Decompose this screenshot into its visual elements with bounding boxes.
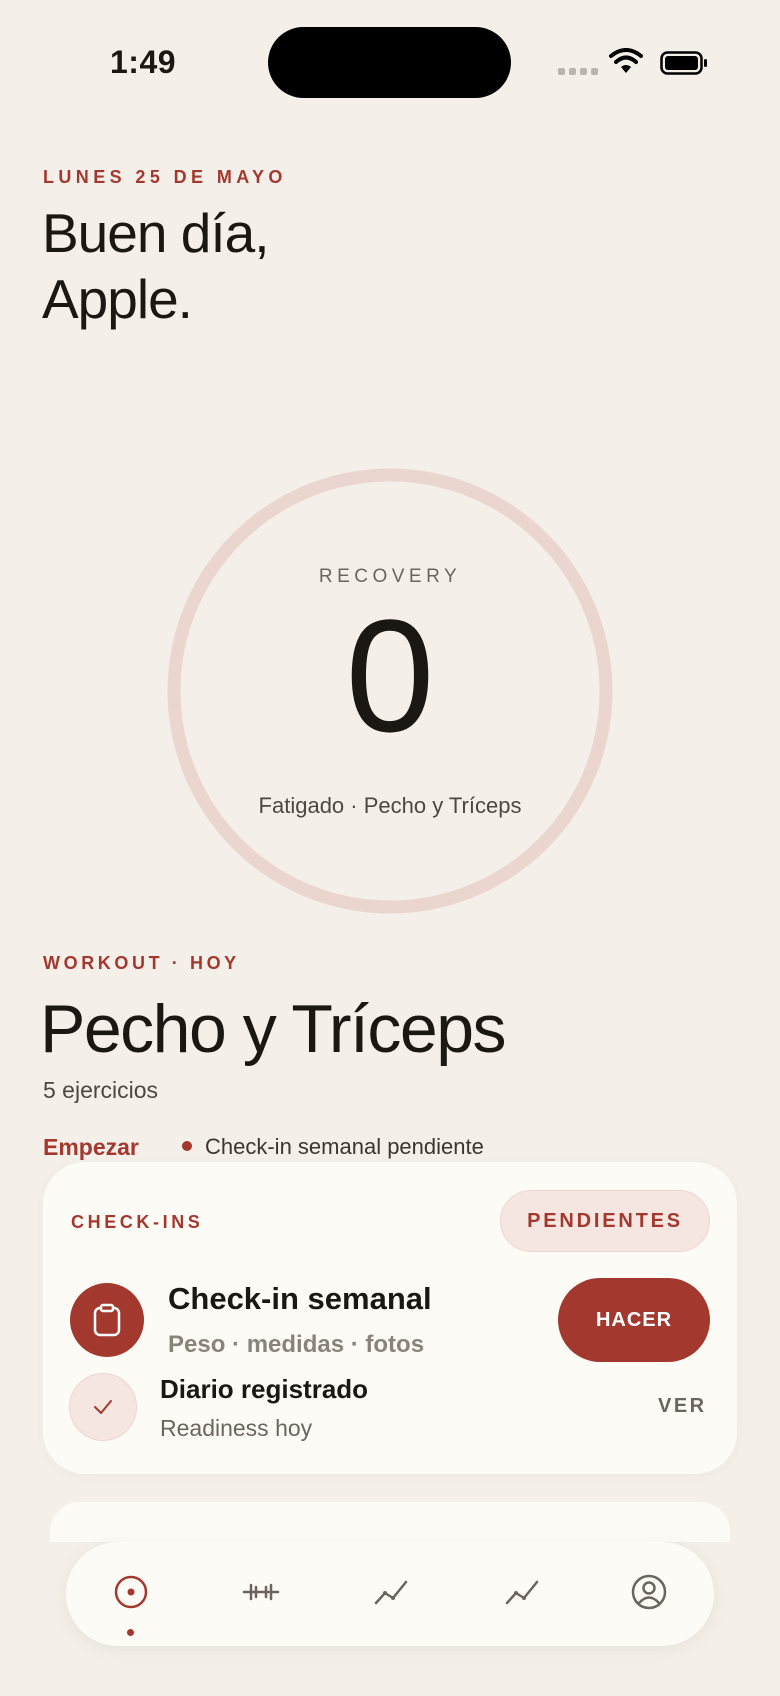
profile-icon: [631, 1574, 667, 1610]
greeting-title: Buen día, Apple.: [42, 200, 269, 332]
chart-line-icon: [374, 1580, 408, 1605]
workout-exercise-count: 5 ejercicios: [43, 1077, 159, 1103]
tab-home[interactable]: [105, 1566, 157, 1618]
start-workout-link[interactable]: Empezar: [43, 1134, 139, 1161]
next-card-peek: [50, 1502, 730, 1542]
dumbbell-icon: [242, 1583, 280, 1601]
greeting-line-1: Buen día,: [42, 202, 269, 264]
diary-title: Diario registrado: [160, 1374, 369, 1404]
tab-progress[interactable]: [365, 1566, 417, 1618]
status-time: 1:49: [110, 44, 177, 80]
do-checkin-button[interactable]: HACER: [558, 1278, 710, 1362]
active-tab-indicator: [127, 1629, 134, 1636]
workout-section-label: WORKOUT · HOY: [43, 953, 240, 973]
wifi-icon: [609, 48, 643, 73]
tab-trends[interactable]: [496, 1566, 548, 1618]
tab-workouts[interactable]: [235, 1566, 287, 1618]
view-diary-link[interactable]: VER: [658, 1395, 707, 1418]
trend-line-icon: [505, 1580, 539, 1605]
recovery-subtitle: Fatigado · Pecho y Tríceps: [258, 793, 522, 818]
home-pin-icon: [114, 1575, 148, 1609]
dynamic-island: [268, 27, 511, 98]
workout-title: Pecho y Tríceps: [40, 991, 507, 1067]
weekly-checkin-subtitle: Peso · medidas · fotos: [168, 1331, 425, 1358]
checkmark-icon: [69, 1373, 137, 1441]
diary-subtitle: Readiness hoy: [160, 1415, 313, 1441]
cellular-signal-icon: [558, 68, 598, 75]
weekly-checkin-title: Check-in semanal: [168, 1281, 432, 1316]
date-label: LUNES 25 DE MAYO: [43, 167, 287, 187]
battery-icon: [660, 51, 707, 75]
pending-dot-icon: [182, 1141, 192, 1151]
recovery-value: 0: [345, 586, 435, 765]
pending-badge[interactable]: PENDIENTES: [500, 1190, 710, 1252]
pending-checkin-note: Check-in semanal pendiente: [205, 1134, 484, 1159]
checkins-label: CHECK-INS: [71, 1212, 204, 1232]
tab-profile[interactable]: [623, 1566, 675, 1618]
clipboard-icon: [70, 1283, 144, 1357]
recovery-label: RECOVERY: [318, 566, 462, 587]
screen: 1:49 LUNES 25 DE MAYO Buen día, Apple. R…: [0, 0, 780, 1696]
greeting-line-2: Apple.: [42, 268, 193, 330]
